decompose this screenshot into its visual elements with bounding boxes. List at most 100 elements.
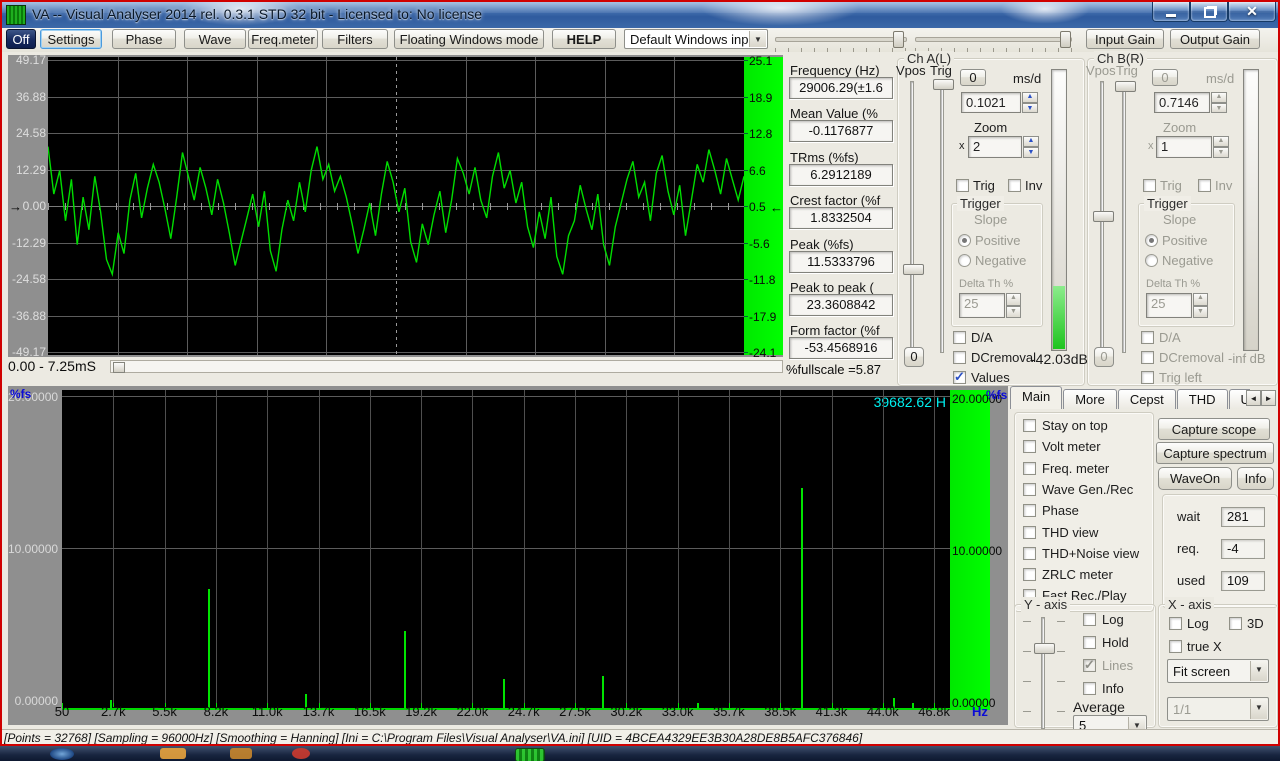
spectrum-plot[interactable]: 39682.62 H bbox=[62, 390, 950, 710]
channel-b-negative-radio[interactable] bbox=[1145, 254, 1158, 267]
ratio-select[interactable]: 1/1 ▼ bbox=[1167, 697, 1269, 721]
channel-a-delta-input[interactable]: 25 bbox=[959, 293, 1005, 318]
filters-button[interactable]: Filters bbox=[322, 29, 388, 49]
scope-plot[interactable] bbox=[48, 57, 744, 355]
channel-b-delta-spinner[interactable]: ▲ ▼ bbox=[1193, 293, 1208, 318]
spin-up-icon[interactable]: ▲ bbox=[1213, 136, 1229, 147]
checkbox[interactable] bbox=[1023, 568, 1036, 582]
channel-a-trig-slider[interactable] bbox=[940, 81, 944, 353]
device-select[interactable]: Default Windows inp ▼ bbox=[624, 29, 768, 49]
tab-main[interactable]: Main bbox=[1010, 386, 1063, 409]
channel-a-values-checkbox[interactable] bbox=[953, 369, 966, 385]
channel-a-zoom-spinner[interactable]: ▲ ▼ bbox=[1023, 136, 1039, 158]
y-scale-slider[interactable] bbox=[1041, 617, 1045, 729]
help-button[interactable]: HELP bbox=[552, 29, 616, 49]
input-gain-slider[interactable] bbox=[775, 37, 907, 42]
capture-scope-button[interactable]: Capture scope bbox=[1158, 418, 1270, 440]
channel-a-vpos-reset-button[interactable]: 0 bbox=[904, 347, 924, 367]
checkbox[interactable] bbox=[1083, 613, 1096, 626]
phase-button[interactable]: Phase bbox=[112, 29, 176, 49]
x-3d-checkbox[interactable] bbox=[1229, 617, 1242, 630]
spin-up-icon[interactable]: ▲ bbox=[1022, 92, 1038, 103]
close-button[interactable]: ✕ bbox=[1228, 2, 1276, 22]
checkbox[interactable] bbox=[1023, 525, 1036, 539]
channel-b-da-checkbox[interactable] bbox=[1141, 331, 1154, 344]
y-scale-slider-thumb[interactable] bbox=[1034, 643, 1055, 654]
channel-a-reset-button[interactable]: 0 bbox=[960, 69, 986, 86]
checkbox[interactable] bbox=[1023, 461, 1036, 475]
checkbox-row[interactable]: Hold bbox=[1083, 634, 1153, 652]
spin-up-icon[interactable]: ▲ bbox=[1211, 92, 1227, 103]
restore-button[interactable] bbox=[1190, 2, 1228, 22]
channel-b-reset-button[interactable]: 0 bbox=[1152, 69, 1178, 86]
channel-a-delta-spinner[interactable]: ▲ ▼ bbox=[1006, 293, 1021, 318]
tab-more[interactable]: More bbox=[1063, 389, 1117, 409]
windows-taskbar[interactable] bbox=[0, 746, 1280, 761]
tab-scroll-right-button[interactable]: ► bbox=[1261, 390, 1276, 406]
checkbox-row[interactable]: Volt meter bbox=[1023, 438, 1149, 456]
checkbox[interactable] bbox=[1023, 482, 1036, 496]
start-orb-icon[interactable] bbox=[50, 748, 74, 760]
checkbox-row[interactable]: THD+Noise view bbox=[1023, 545, 1149, 563]
tab-cepst[interactable]: Cepst bbox=[1117, 389, 1176, 409]
channel-b-trig-left-checkbox[interactable] bbox=[1141, 371, 1154, 384]
output-gain-button[interactable]: Output Gain bbox=[1170, 29, 1260, 49]
checkbox-row[interactable]: Stay on top bbox=[1023, 417, 1149, 435]
settings-button[interactable]: Settings bbox=[40, 29, 102, 49]
channel-b-dcremoval-checkbox[interactable] bbox=[1141, 351, 1154, 364]
spin-up-icon[interactable]: ▲ bbox=[1193, 293, 1208, 306]
tab-scroll-left-button[interactable]: ◄ bbox=[1246, 390, 1261, 406]
info-button[interactable]: Info bbox=[1237, 467, 1274, 490]
channel-b-trig-checkbox[interactable] bbox=[1143, 179, 1156, 192]
off-button[interactable]: Off bbox=[6, 29, 36, 49]
checkbox-row[interactable]: Info bbox=[1083, 680, 1153, 698]
wave-button[interactable]: Wave bbox=[184, 29, 246, 49]
channel-a-da-checkbox[interactable] bbox=[953, 331, 966, 344]
channel-b-positive-radio[interactable] bbox=[1145, 234, 1158, 247]
spin-down-icon[interactable]: ▼ bbox=[1193, 305, 1208, 318]
input-gain-button[interactable]: Input Gain bbox=[1086, 29, 1164, 49]
channel-b-vpos-reset-button[interactable]: 0 bbox=[1094, 347, 1114, 367]
spin-down-icon[interactable]: ▼ bbox=[1213, 147, 1229, 158]
checkbox[interactable] bbox=[1023, 440, 1036, 454]
channel-a-inv-checkbox[interactable] bbox=[1008, 179, 1021, 192]
minimize-button[interactable] bbox=[1152, 2, 1190, 22]
scope-h-scrollbar-thumb[interactable] bbox=[113, 362, 125, 373]
output-gain-slider-thumb[interactable] bbox=[1060, 31, 1071, 48]
channel-a-trig-slider-thumb[interactable] bbox=[933, 79, 954, 90]
taskbar-va-icon[interactable] bbox=[515, 748, 545, 761]
checkbox[interactable] bbox=[1023, 546, 1036, 560]
wave-on-button[interactable]: WaveOn bbox=[1158, 467, 1232, 490]
checkbox-row[interactable]: Log bbox=[1083, 611, 1153, 629]
taskbar-app-icon[interactable] bbox=[230, 748, 252, 759]
checkbox-row[interactable]: Freq. meter bbox=[1023, 460, 1149, 478]
checkbox[interactable] bbox=[1083, 657, 1096, 673]
capture-spectrum-button[interactable]: Capture spectrum bbox=[1156, 442, 1274, 464]
spin-down-icon[interactable]: ▼ bbox=[1006, 305, 1021, 318]
channel-b-msd-spinner[interactable]: ▲ ▼ bbox=[1211, 92, 1227, 113]
channel-b-zoom-spinner[interactable]: ▲ ▼ bbox=[1213, 136, 1229, 158]
checkbox[interactable] bbox=[1083, 682, 1096, 695]
spin-up-icon[interactable]: ▲ bbox=[1006, 293, 1021, 306]
channel-b-zoom-input[interactable]: 1 bbox=[1156, 136, 1212, 158]
floating-windows-button[interactable]: Floating Windows mode bbox=[394, 29, 544, 49]
channel-a-zoom-input[interactable]: 2 bbox=[968, 136, 1022, 158]
fit-screen-select[interactable]: Fit screen ▼ bbox=[1167, 659, 1269, 683]
checkbox-row[interactable]: Wave Gen./Rec bbox=[1023, 481, 1149, 499]
tab-thd[interactable]: THD bbox=[1176, 389, 1228, 409]
channel-b-msd-input[interactable]: 0.7146 bbox=[1154, 92, 1210, 113]
channel-a-dcremoval-checkbox[interactable] bbox=[953, 351, 966, 364]
output-gain-slider[interactable] bbox=[915, 37, 1072, 42]
channel-a-msd-input[interactable]: 0.1021 bbox=[961, 92, 1021, 113]
checkbox-row[interactable]: Phase bbox=[1023, 502, 1149, 520]
checkbox[interactable] bbox=[1083, 636, 1096, 649]
channel-a-vpos-slider-thumb[interactable] bbox=[903, 264, 924, 275]
channel-a-positive-radio[interactable] bbox=[958, 234, 971, 247]
channel-a-msd-spinner[interactable]: ▲ ▼ bbox=[1022, 92, 1038, 113]
spin-down-icon[interactable]: ▼ bbox=[1022, 102, 1038, 113]
channel-b-inv-checkbox[interactable] bbox=[1198, 179, 1211, 192]
input-gain-slider-thumb[interactable] bbox=[893, 31, 904, 48]
checkbox[interactable] bbox=[1023, 504, 1036, 518]
channel-a-vpos-slider[interactable] bbox=[910, 81, 914, 353]
spin-up-icon[interactable]: ▲ bbox=[1023, 136, 1039, 147]
